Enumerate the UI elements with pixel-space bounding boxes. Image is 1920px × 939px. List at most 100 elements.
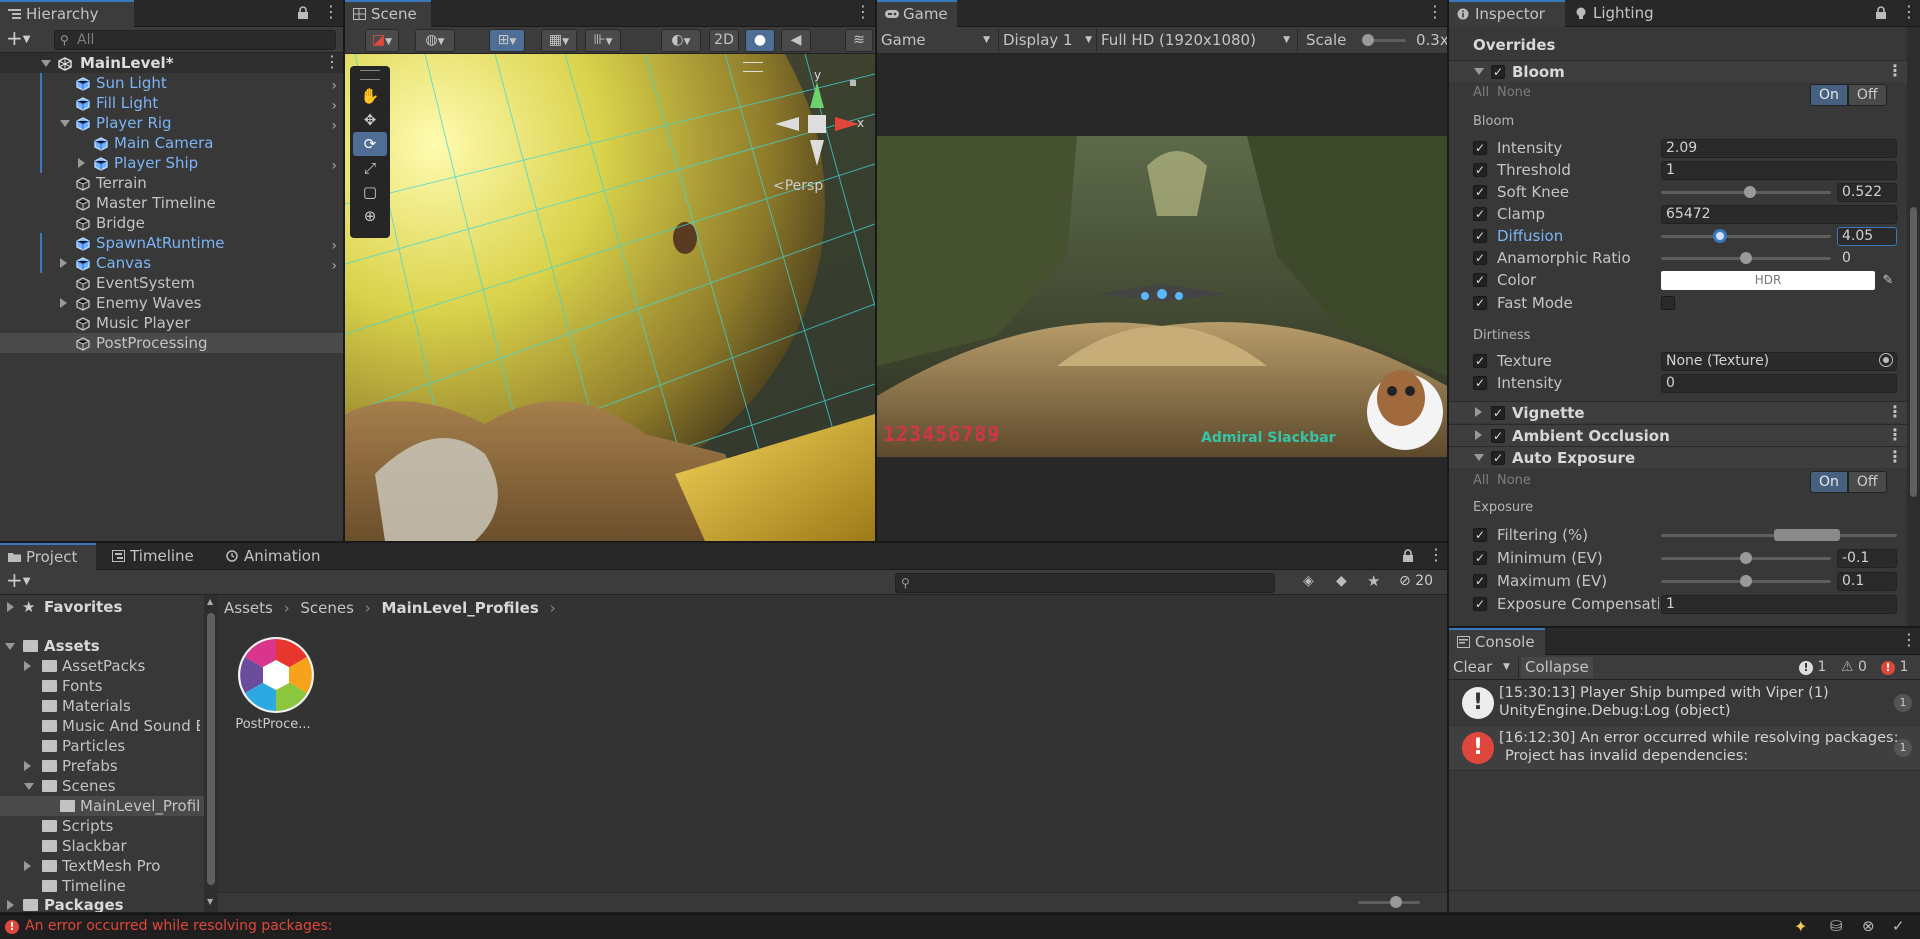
expand-arrow-icon[interactable] [1474,454,1484,461]
expand-arrow-icon[interactable] [7,602,14,612]
expand-arrow-icon[interactable] [24,783,34,790]
expand-arrow-icon[interactable] [60,120,70,127]
threshold-override-checkbox[interactable]: ✓ [1473,163,1487,177]
soft-knee-field[interactable]: 0.522 [1837,183,1897,202]
check-icon[interactable]: ✓ [1892,917,1905,935]
display-dropdown[interactable]: Display 1 ▼ [998,29,1094,52]
breadcrumb-scenes[interactable]: Scenes [300,599,354,617]
minimum-override-checkbox[interactable]: ✓ [1473,551,1487,565]
projection-toggle[interactable]: <Persp [773,178,823,194]
add-asset-icon[interactable]: +▼ [6,570,36,591]
scene-overlay-menu-icon[interactable] [743,62,763,72]
game-viewport[interactable]: 123456789 Admiral Slackbar [877,136,1447,457]
hierarchy-item[interactable]: Terrain [0,173,343,193]
project-folder-item[interactable]: AssetPacks [0,656,204,676]
project-folder-item[interactable]: Timeline [0,876,204,896]
expand-arrow-icon[interactable] [1475,407,1482,417]
icon-size-slider-knob[interactable] [1390,896,1402,908]
hierarchy-item[interactable]: Enemy Waves [0,293,343,313]
ae-none-toggle[interactable]: None [1497,473,1531,488]
add-icon[interactable]: +▼ [6,28,36,49]
breadcrumb-assets[interactable]: Assets [224,599,273,617]
error-filter-toggle[interactable]: ! 1 [1881,658,1908,677]
compensation-override-checkbox[interactable]: ✓ [1473,597,1487,611]
project-tree-scrollbar[interactable]: ▲ ▼ [204,595,218,912]
toggle-2d-button[interactable]: 2D [709,29,739,52]
expand-arrow-icon[interactable] [7,900,14,910]
anamorphic-override-checkbox[interactable]: ✓ [1473,251,1487,265]
icon-size-slider-track[interactable] [1358,901,1420,904]
filtering-override-checkbox[interactable]: ✓ [1473,528,1487,542]
project-folder-item[interactable]: Music And Sound Ef [0,716,204,736]
game-mode-dropdown[interactable]: Game ▼ [881,29,994,52]
bloom-off-button[interactable]: Off [1847,84,1887,106]
expand-arrow-icon[interactable] [24,661,31,671]
expand-arrow-icon[interactable] [5,643,15,650]
hierarchy-search-input[interactable]: ⚲ All [54,30,336,50]
tab-hierarchy[interactable]: Hierarchy [0,0,134,27]
project-folder-item[interactable]: TextMesh Pro [0,856,204,876]
expand-arrow-icon[interactable] [24,761,31,771]
hierarchy-item[interactable]: Sun Light › [0,73,343,94]
ae-on-button[interactable]: On [1810,471,1848,493]
tab-project[interactable]: Project [0,543,96,570]
scene-menu-icon[interactable]: ⋮ [855,4,871,22]
search-by-label-icon[interactable]: ◆ [1336,573,1347,589]
audio-toggle-button[interactable]: ◀ [781,29,811,52]
object-picker-icon[interactable] [1879,353,1893,367]
lock-icon[interactable] [1402,549,1414,563]
project-folder-item[interactable]: Fonts [0,676,204,696]
tree-scroll-up-icon[interactable]: ▲ [207,597,213,606]
console-entry-error[interactable]: ! [16:12:30] An error occurred while res… [1449,727,1920,771]
threshold-field[interactable]: 1 [1661,161,1897,180]
hierarchy-item[interactable]: SpawnAtRuntime › [0,233,343,254]
intensity-field[interactable]: 2.09 [1661,139,1897,158]
breadcrumb-mainlevel-profiles[interactable]: MainLevel_Profiles [382,599,539,617]
filtering-range-handle[interactable] [1774,529,1840,541]
orientation-gizmo[interactable]: y x [765,68,865,174]
clear-button[interactable]: Clear [1453,657,1492,678]
hierarchy-item[interactable]: PostProcessing [0,333,343,353]
ao-enabled-checkbox[interactable]: ✓ [1491,429,1505,443]
increment-snap-button[interactable]: ⊪▼ [585,29,621,52]
auto-exposure-enabled-checkbox[interactable]: ✓ [1491,451,1505,465]
expand-arrow-icon[interactable] [24,861,31,871]
scene-viewport[interactable]: ✋ ✥ ⟳ ⤢ ▢ ⊕ y x <Persp [345,54,875,541]
expand-arrow-icon[interactable] [1474,68,1484,75]
project-folder-item[interactable]: Prefabs [0,756,204,776]
maximum-override-checkbox[interactable]: ✓ [1473,574,1487,588]
auto-exposure-menu-icon[interactable]: ⋮ [1887,449,1903,467]
collapse-button[interactable]: Collapse [1521,657,1593,678]
tab-console[interactable]: Console [1449,628,1545,655]
log-filter-toggle[interactable]: ! 1 [1799,658,1826,677]
tab-game[interactable]: Game [877,0,957,27]
project-folder-item[interactable]: Materials [0,696,204,716]
clamp-field[interactable]: 65472 [1661,205,1897,224]
minimum-slider-knob[interactable] [1740,552,1752,564]
bloom-enabled-checkbox[interactable]: ✓ [1491,65,1505,79]
assets-root-row[interactable]: Assets [0,636,204,656]
bloom-menu-icon[interactable]: ⋮ [1887,63,1903,81]
scale-tool-icon[interactable]: ⤢ [350,156,390,180]
ae-all-toggle[interactable]: All [1473,473,1489,488]
hierarchy-menu-icon[interactable]: ⋮ [323,4,339,22]
globe-dropdown[interactable]: ◍▼ [415,29,455,52]
soft-knee-slider-knob[interactable] [1743,186,1756,198]
diffusion-slider-track[interactable] [1661,235,1831,238]
transform-tool-icon[interactable]: ⊕ [350,204,390,228]
scale-slider-knob[interactable] [1362,34,1374,46]
ae-off-button[interactable]: Off [1847,471,1887,493]
bloom-on-button[interactable]: On [1810,84,1848,106]
packages-root-row[interactable]: Packages [0,895,204,912]
expand-arrow-icon[interactable] [1475,430,1482,440]
cache-server-icon[interactable]: ⛁ [1830,917,1843,935]
resolution-dropdown[interactable]: Full HD (1920x1080) ▼ [1096,29,1294,52]
move-tool-icon[interactable]: ✥ [350,108,390,132]
palette-drag-handle[interactable] [360,70,380,80]
project-folder-item[interactable]: MainLevel_Profile [0,796,204,816]
tree-scroll-down-icon[interactable]: ▼ [207,897,213,906]
status-message[interactable]: An error occurred while resolving packag… [25,918,332,934]
bloom-all-toggle[interactable]: All [1473,85,1489,100]
intensity-override-checkbox[interactable]: ✓ [1473,141,1487,155]
fast-mode-checkbox[interactable] [1661,296,1675,310]
